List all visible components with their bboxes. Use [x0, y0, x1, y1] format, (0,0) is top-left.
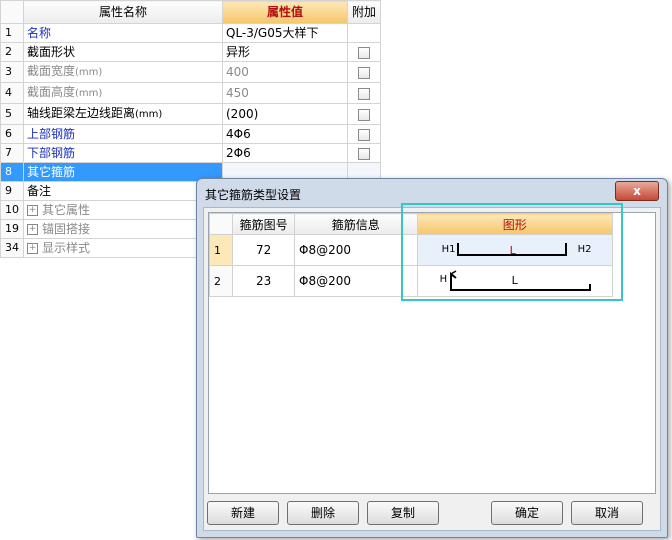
property-name-text: 截面高度 — [27, 85, 76, 99]
stirrup-info[interactable]: Φ8@200 — [294, 234, 418, 266]
property-value[interactable]: 4Φ6 — [222, 124, 348, 144]
row-number: 2 — [0, 42, 24, 62]
property-unit: (mm) — [75, 67, 103, 78]
expand-plus-icon[interactable]: + — [27, 205, 38, 216]
row-number: 19 — [0, 219, 24, 239]
cancel-button[interactable]: 取消 — [571, 501, 643, 525]
property-value[interactable]: (200) — [222, 103, 348, 125]
property-row[interactable]: 2 截面形状 异形 — [0, 42, 381, 62]
property-row[interactable]: 3 截面宽度(mm) 400 — [0, 61, 381, 83]
property-name: 截面形状 — [23, 42, 223, 62]
extra-cell — [347, 124, 381, 144]
property-group-name: + 锚固搭接 — [23, 219, 223, 239]
row-number: 7 — [0, 143, 24, 163]
row-number: 5 — [0, 103, 24, 125]
expand-plus-icon[interactable]: + — [27, 224, 38, 235]
property-group-name: + 显示样式 — [23, 238, 223, 258]
property-unit: (mm) — [135, 109, 163, 120]
extra-checkbox[interactable] — [358, 108, 370, 121]
copy-button[interactable]: 复制 — [367, 501, 439, 525]
extra-cell — [347, 103, 381, 125]
property-unit: (mm) — [75, 88, 103, 99]
property-group-name: + 其它属性 — [23, 200, 223, 220]
property-name: 下部钢筋 — [23, 143, 223, 163]
row-number: 2 — [208, 265, 234, 297]
property-row[interactable]: 5 轴线距梁左边线距离(mm) (200) — [0, 103, 381, 125]
extra-checkbox[interactable] — [358, 46, 370, 59]
extra-checkbox[interactable] — [358, 66, 370, 79]
property-row[interactable]: 7 下部钢筋 2Φ6 — [0, 143, 381, 163]
property-name-text: 截面宽度 — [27, 64, 76, 78]
extra-cell — [347, 82, 381, 104]
row-number: 34 — [0, 238, 24, 258]
delete-button[interactable]: 删除 — [287, 501, 359, 525]
property-value[interactable]: 450 — [222, 82, 348, 104]
row-number: 3 — [0, 61, 24, 83]
property-name: 其它箍筋 — [23, 162, 223, 182]
extra-cell — [347, 23, 381, 43]
property-name: 截面高度(mm) — [23, 82, 223, 104]
extra-cell — [347, 143, 381, 163]
property-row[interactable]: 6 上部钢筋 4Φ6 — [0, 124, 381, 144]
stirrup-code[interactable]: 23 — [232, 265, 296, 297]
row-number: 8 — [0, 162, 24, 182]
property-value[interactable]: QL-3/G05大样下 — [222, 23, 348, 43]
row-number-header — [0, 0, 24, 24]
property-name: 截面宽度(mm) — [23, 61, 223, 83]
extra-checkbox[interactable] — [358, 128, 370, 141]
new-button[interactable]: 新建 — [207, 501, 279, 525]
header-property-value[interactable]: 属性值 — [222, 0, 348, 24]
dialog-titlebar[interactable]: 其它箍筋类型设置 x — [197, 179, 667, 205]
header-property-name[interactable]: 属性名称 — [23, 0, 223, 24]
close-icon: x — [633, 184, 641, 198]
row-number: 4 — [0, 82, 24, 104]
property-name: 备注 — [23, 181, 223, 201]
extra-cell — [347, 61, 381, 83]
ok-button[interactable]: 确定 — [491, 501, 563, 525]
property-group-label: 锚固搭接 — [42, 222, 91, 236]
property-group-label: 其它属性 — [42, 203, 91, 217]
header-stirrup-code[interactable]: 箍筋图号 — [232, 213, 296, 235]
extra-checkbox[interactable] — [358, 87, 370, 100]
close-button[interactable]: x — [615, 181, 659, 201]
dialog-title: 其它箍筋类型设置 — [205, 188, 302, 202]
extra-checkbox[interactable] — [358, 147, 370, 160]
property-row[interactable]: 1 名称 QL-3/G05大样下 — [0, 23, 381, 43]
stirrup-code[interactable]: 72 — [232, 234, 296, 266]
property-row[interactable]: 4 截面高度(mm) 450 — [0, 82, 381, 104]
header-extra[interactable]: 附加 — [347, 0, 381, 24]
shape-column-highlight — [401, 203, 623, 301]
row-number: 9 — [0, 181, 24, 201]
property-value[interactable]: 2Φ6 — [222, 143, 348, 163]
property-name: 轴线距梁左边线距离(mm) — [23, 103, 223, 125]
header-stirrup-info[interactable]: 箍筋信息 — [294, 213, 418, 235]
row-number: 1 — [0, 23, 24, 43]
property-value[interactable]: 异形 — [222, 42, 348, 62]
property-name: 上部钢筋 — [23, 124, 223, 144]
property-name: 名称 — [23, 23, 223, 43]
row-number: 10 — [0, 200, 24, 220]
stirrup-info[interactable]: Φ8@200 — [294, 265, 418, 297]
row-number: 1 — [208, 234, 234, 266]
property-name-text: 轴线距梁左边线距离 — [27, 106, 136, 120]
property-group-label: 显示样式 — [42, 241, 91, 255]
row-number-header — [208, 213, 234, 235]
property-value[interactable]: 400 — [222, 61, 348, 83]
expand-plus-icon[interactable]: + — [27, 243, 38, 254]
row-number: 6 — [0, 124, 24, 144]
property-grid-header: 属性名称 属性值 附加 — [0, 0, 381, 24]
extra-cell — [347, 42, 381, 62]
